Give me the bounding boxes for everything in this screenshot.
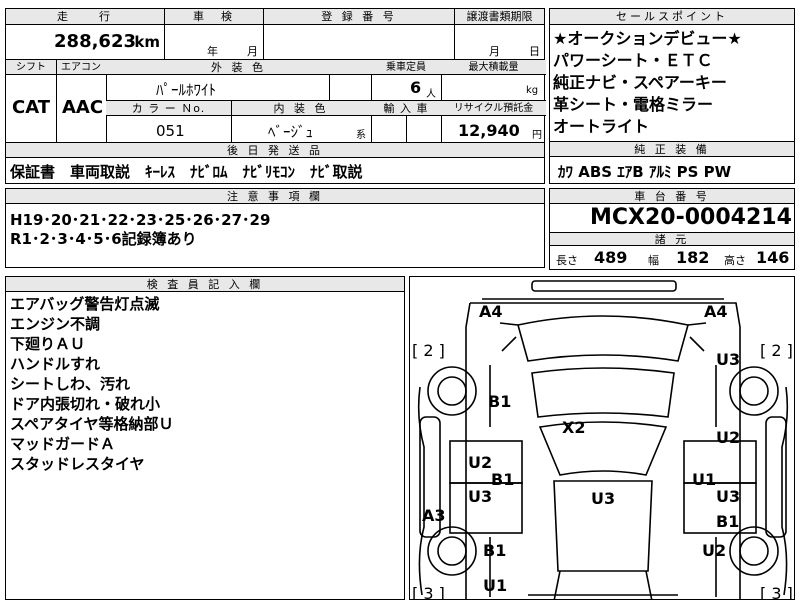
interior-value: ﾍﾞｰｼﾞｭ [268, 123, 314, 141]
mark-u2-right-bottom: U2 [702, 541, 726, 560]
inspector-line: スタッドレスタイヤ [10, 455, 145, 473]
ac-value: AAC [62, 97, 104, 118]
dims-height-label: 高さ [724, 254, 746, 267]
shift-value: CAT [12, 97, 51, 118]
ac-label: エアコン [56, 60, 106, 75]
mark-x2: X2 [562, 418, 585, 437]
mark-u2-left: U2 [468, 453, 492, 472]
transfer-day: 日 [529, 45, 540, 58]
delivery-value: 保証書 車両取説 ｷｰﾚｽ ﾅﾋﾞﾛﾑ ﾅﾋﾞﾘﾓｺﾝ ﾅﾋﾞ取説 [10, 163, 363, 181]
mark-a4-left: A4 [479, 302, 503, 321]
delivery-cell: 後 日 発 送 品 保証書 車両取説 ｷｰﾚｽ ﾅﾋﾞﾛﾑ ﾅﾋﾞﾘﾓｺﾝ ﾅﾋ… [5, 142, 545, 184]
equipment-cell: 純 正 装 備 ｶﾜ ABS ｴｱB ｱﾙﾐ PS PW [549, 141, 795, 184]
sales-points-cell: セールスポイント ★オークションデビュー★ パワーシート・ＥＴＣ 純正ナビ・スペ… [549, 8, 795, 142]
inspector-line: ハンドルすれ [10, 355, 101, 373]
notes-label: 注 意 事 項 欄 [6, 189, 544, 204]
import-label: 輸 入 車 [371, 101, 441, 116]
inspector-line: ドア内張切れ・破れ小 [10, 395, 161, 413]
inspection-month: 月 [247, 45, 258, 58]
equipment-label: 純 正 装 備 [550, 142, 794, 157]
chassis-value: MCX20-0004214 [590, 205, 792, 230]
dims-height: 146 [756, 248, 790, 267]
mileage-unit: km [134, 33, 160, 51]
chassis-label: 車 台 番 号 [550, 189, 794, 204]
mark-u3-right-mid: U3 [716, 487, 740, 506]
mark-bracket-left-top: [ 2 ] [412, 341, 445, 360]
mark-u1-right: U1 [692, 470, 716, 489]
dims-width: 182 [676, 248, 710, 267]
inspector-line: エンジン不調 [10, 315, 101, 333]
dims-length-label: 長さ [556, 254, 578, 267]
exterior-label: 外 装 色 [106, 60, 371, 75]
inspection-label: 車 検 [165, 9, 263, 25]
mark-u3-right-top: U3 [716, 350, 740, 369]
load-label: 最大積載量 [441, 60, 546, 75]
sales-point: オートライト [553, 117, 650, 136]
dims-label: 諸 元 [550, 232, 794, 246]
sales-point: ★オークションデビュー★ [553, 29, 742, 48]
exterior-value: ﾊﾟｰﾙﾎﾜｲﾄ [156, 81, 217, 99]
delivery-label: 後 日 発 送 品 [6, 143, 544, 158]
mark-bracket-left-bottom: [ 3 ] [412, 584, 445, 600]
transfer-label: 譲渡書類期限 [455, 9, 544, 25]
notes-cell: 注 意 事 項 欄 H19･20･21･22･23･25･26･27･29 R1… [5, 188, 545, 268]
notes-line-1: H19･20･21･22･23･25･26･27･29 [10, 211, 271, 229]
mileage-cell: 走 行 288,623 km [5, 8, 165, 60]
shift-label: シフト [6, 60, 56, 75]
transfer-month: 月 [489, 45, 500, 58]
mark-b1-left-top: B1 [488, 392, 511, 411]
mark-u2-right: U2 [716, 428, 740, 447]
mark-u1-bottom: U1 [483, 576, 507, 595]
color-no-value: 051 [156, 122, 185, 140]
load-unit: kg [526, 85, 539, 96]
recycle-value: 12,940 [458, 121, 520, 140]
mark-a3-left: A3 [422, 506, 446, 525]
mark-b1-right: B1 [716, 512, 739, 531]
chassis-cell: 車 台 番 号 MCX20-0004214 諸 元 長さ 489 幅 182 高… [549, 188, 795, 270]
inspector-cell: 検 査 員 記 入 欄 エアバッグ警告灯点滅 エンジン不調 下廻りＡＵ ハンドル… [5, 276, 405, 600]
capacity-unit: 人 [426, 89, 436, 100]
capacity-label: 乗車定員 [371, 60, 441, 75]
car-diagram: A4 A4 [ 2 ] [ 2 ] U3 B1 X2 U2 U2 B1 U1 U… [409, 276, 795, 600]
inspector-line: スペアタイヤ等格納部Ｕ [10, 415, 174, 433]
color-no-label: カ ラ ー Ｎo. [106, 101, 231, 116]
sales-point: 革シート・電格ミラー [553, 95, 714, 114]
inspection-cell: 車 検 年 月 [164, 8, 264, 60]
dims-width-label: 幅 [648, 254, 659, 267]
inspector-label: 検 査 員 記 入 欄 [6, 277, 404, 292]
inspector-line: シートしわ、汚れ [10, 375, 131, 393]
sales-point: パワーシート・ＥＴＣ [553, 51, 713, 70]
inspector-line: エアバッグ警告灯点滅 [10, 295, 160, 313]
notes-line-2: R1･2･3･4･5･6記録簿あり [10, 230, 197, 248]
sales-point: 純正ナビ・スペアーキー [553, 73, 727, 92]
mileage-value: 288,623 [54, 31, 136, 52]
mark-u3-left: U3 [468, 487, 492, 506]
inspector-line: 下廻りＡＵ [10, 335, 86, 353]
equipment-value: ｶﾜ ABS ｴｱB ｱﾙﾐ PS PW [558, 163, 732, 181]
inspector-line: マッドガードＡ [10, 435, 116, 453]
mark-a4-right: A4 [704, 302, 728, 321]
mark-bracket-right-bottom: [ 3 ] [760, 584, 793, 600]
mark-bracket-right-top: [ 2 ] [760, 341, 793, 360]
recycle-unit: 円 [532, 130, 542, 141]
dims-length: 489 [594, 248, 628, 267]
interior-suffix: 系 [356, 130, 366, 141]
car-outline-svg: A4 A4 [ 2 ] [ 2 ] U3 B1 X2 U2 U2 B1 U1 U… [412, 280, 793, 600]
registration-cell: 登 録 番 号 [263, 8, 455, 60]
registration-label: 登 録 番 号 [264, 9, 454, 25]
mark-b1-left-mid: B1 [491, 470, 514, 489]
capacity-value: 6 [410, 78, 422, 97]
mark-b1-left-bottom: B1 [483, 541, 506, 560]
transfer-cell: 譲渡書類期限 月 日 [454, 8, 545, 60]
sales-points-label: セールスポイント [550, 9, 794, 25]
spec-block: シフト エアコン CAT AAC 外 装 色 ﾊﾟｰﾙﾎﾜｲﾄ 乗車定員 6 人… [5, 59, 546, 144]
recycle-label: リサイクル預託金 [441, 101, 546, 116]
mileage-label: 走 行 [6, 9, 164, 25]
mark-u3-center: U3 [591, 489, 615, 508]
inspection-year: 年 [207, 45, 218, 58]
interior-label: 内 装 色 [231, 101, 371, 116]
